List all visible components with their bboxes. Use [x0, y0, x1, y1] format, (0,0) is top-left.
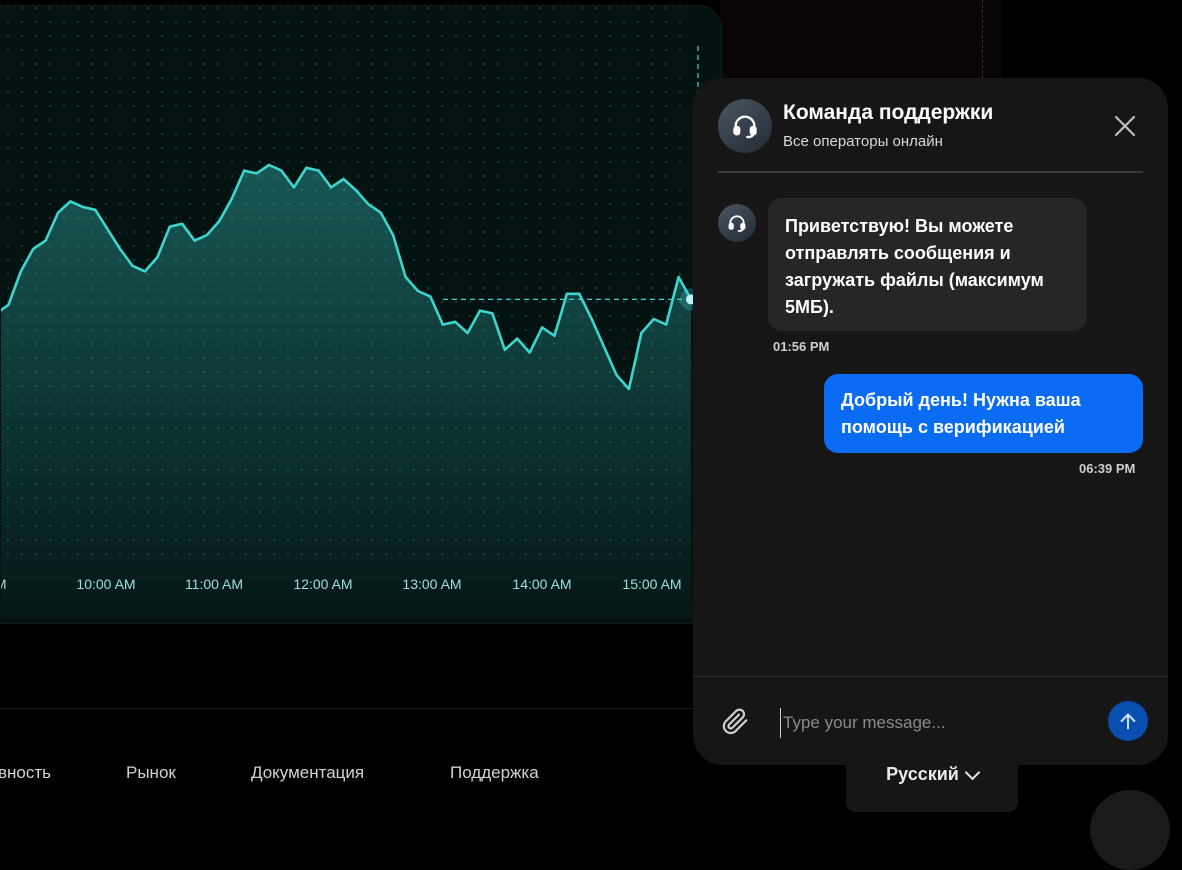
- chat-title: Команда поддержки: [783, 101, 994, 124]
- support-chat-window: Команда поддержки Все операторы онлайн П…: [693, 78, 1168, 765]
- message-timestamp: 01:56 PM: [773, 339, 830, 354]
- footer-link-market[interactable]: Рынок: [126, 763, 176, 783]
- headset-icon: [733, 115, 757, 139]
- price-chart-card: AM 10:00 AM 11:00 AM 12:00 AM 13:00 AM 14:00 …: [0, 5, 722, 624]
- footer-divider: [0, 708, 700, 709]
- chevron-down-icon: [964, 764, 981, 781]
- headset-icon: [728, 215, 746, 232]
- close-icon[interactable]: [1111, 112, 1139, 140]
- floating-button[interactable]: [1090, 790, 1170, 870]
- x-tick-label: 14:00 AM: [512, 576, 571, 592]
- support-message-bubble: Приветствую! Вы можете отправлять сообще…: [768, 198, 1087, 331]
- dashed-guide: [982, 0, 983, 78]
- footer-link-docs[interactable]: Документация: [251, 763, 364, 783]
- x-tick-label: 13:00 AM: [402, 576, 461, 592]
- x-tick-label: AM: [1, 576, 7, 592]
- support-avatar: [718, 99, 772, 153]
- x-tick-label: 12:00 AM: [293, 576, 352, 592]
- message-timestamp: 06:39 PM: [1079, 461, 1136, 476]
- header-divider: [718, 171, 1143, 173]
- send-button[interactable]: [1108, 701, 1148, 741]
- composer-divider: [693, 676, 1168, 677]
- x-tick-label: 10:00 AM: [76, 576, 135, 592]
- footer-link-support[interactable]: Поддержка: [450, 763, 539, 783]
- price-chart: AM 10:00 AM 11:00 AM 12:00 AM 13:00 AM 14:00 …: [1, 6, 702, 618]
- language-label: Русский: [886, 764, 959, 784]
- background-panel: [720, 0, 1002, 80]
- footer-link-activity[interactable]: вность: [0, 763, 51, 783]
- x-tick-label: 15:00 AM: [622, 576, 681, 592]
- user-message-bubble: Добрый день! Нужна ваша помощь с верифик…: [824, 374, 1143, 453]
- arrow-up-icon: [1120, 713, 1136, 730]
- chat-header: Команда поддержки Все операторы онлайн: [693, 78, 1168, 173]
- chat-subtitle: Все операторы онлайн: [783, 133, 943, 150]
- paperclip-icon[interactable]: [720, 706, 750, 736]
- x-tick-label: 11:00 AM: [185, 576, 243, 592]
- message-input[interactable]: [780, 708, 1095, 738]
- message-avatar: [718, 204, 756, 242]
